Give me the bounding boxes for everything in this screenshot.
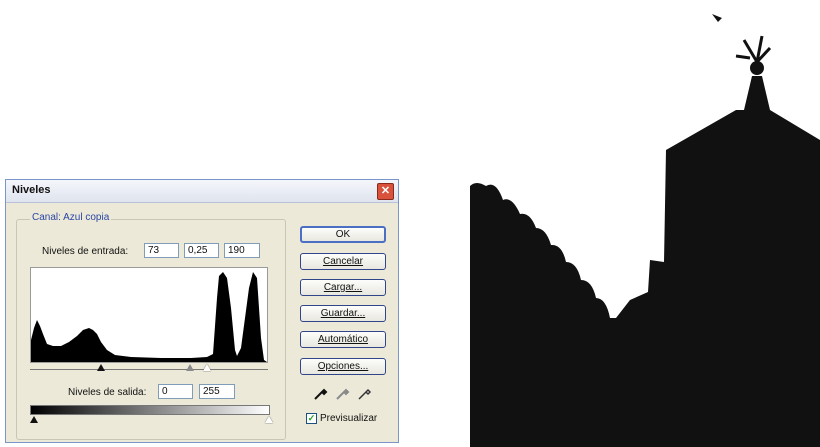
input-white-slider[interactable]	[203, 364, 211, 371]
input-black-field[interactable]	[144, 243, 179, 258]
histogram	[30, 267, 268, 363]
input-gamma-slider[interactable]	[186, 364, 194, 371]
input-levels-label: Niveles de entrada:	[42, 246, 129, 257]
output-white-field[interactable]	[199, 384, 235, 399]
output-white-slider[interactable]	[265, 416, 273, 423]
cancel-button[interactable]: Cancelar	[300, 253, 386, 270]
output-levels-label: Niveles de salida:	[68, 387, 147, 398]
input-slider-track	[30, 369, 268, 370]
black-eyedropper-icon[interactable]	[313, 385, 329, 401]
dialog-titlebar[interactable]: Niveles ✕	[6, 180, 398, 203]
auto-button[interactable]: Automático	[300, 331, 386, 348]
channel-select[interactable]: Azul copia	[63, 212, 109, 223]
options-button[interactable]: Opciones...	[300, 358, 386, 375]
white-eyedropper-icon[interactable]	[357, 385, 373, 401]
save-button[interactable]: Guardar...	[300, 305, 386, 322]
output-black-field[interactable]	[158, 384, 193, 399]
histogram-graph	[31, 272, 267, 362]
input-gamma-field[interactable]	[184, 243, 219, 258]
close-button[interactable]: ✕	[377, 183, 394, 200]
output-gradient-bar	[30, 405, 270, 415]
input-white-field[interactable]	[224, 243, 260, 258]
preview-label: Previsualizar	[320, 413, 378, 424]
channel-label: Canal: Azul copia	[30, 212, 112, 223]
dialog-title: Niveles	[12, 184, 51, 196]
check-icon: ✓	[307, 413, 316, 423]
close-icon: ✕	[380, 185, 391, 197]
output-black-slider[interactable]	[30, 416, 38, 423]
gray-eyedropper-icon[interactable]	[335, 385, 351, 401]
ok-button[interactable]: OK	[300, 226, 386, 243]
preview-checkbox[interactable]: ✓	[306, 413, 317, 424]
input-black-slider[interactable]	[97, 364, 105, 371]
load-button[interactable]: Cargar...	[300, 279, 386, 296]
